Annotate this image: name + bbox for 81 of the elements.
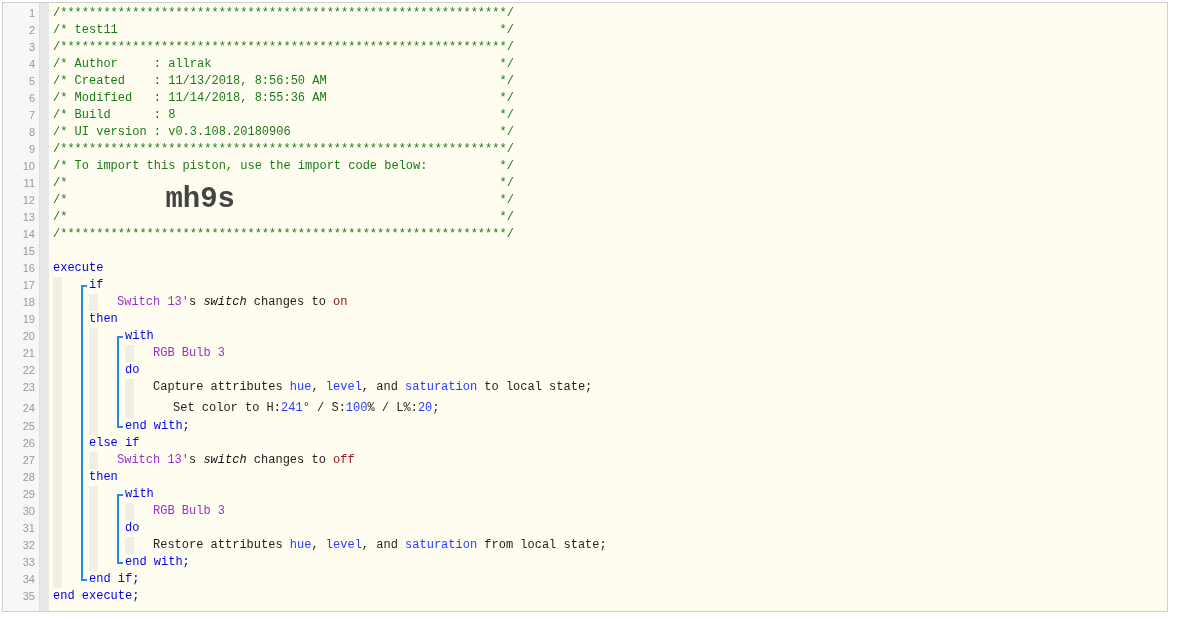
line-number: 5 [27,74,36,89]
comment-text: */ [499,192,514,209]
line-number: 3 [27,40,36,55]
line-number: 23 [21,380,36,395]
line-number: 11 [22,176,36,191]
comment-text: /**************************************************************/ [53,226,514,243]
comment-text: /* test11 [53,22,118,39]
comment-text: /* Author : allrak [53,56,212,73]
line-number: 16 [21,261,36,276]
code-line: end with; [125,554,190,571]
line-number: 19 [21,312,36,327]
code-line: end execute; [53,588,140,605]
line-number: 4 [27,57,36,72]
comment-text: /**************************************************************/ [53,5,514,22]
code-line: execute [53,260,104,277]
line-number: 14 [21,227,36,242]
line-number: 29 [21,487,36,502]
line-number: 7 [27,108,36,123]
line-number: 34 [21,572,36,587]
line-number: 25 [21,419,36,434]
comment-text: */ [499,124,514,141]
comment-text: /**************************************************************/ [53,39,514,56]
code-line: then [89,311,118,328]
code-line: else if [89,435,140,452]
comment-text: /* To import this piston, use the import code below: [53,158,428,175]
comment-text: */ [499,90,514,107]
comment-text: /**************************************************************/ [53,141,514,158]
code-line: Restore attributes hue, level, and saturation from local state; [153,537,607,554]
line-number: 24 [21,401,36,416]
comment-text: */ [499,73,514,90]
code-line: Capture attributes hue, level, and saturation to local state; [153,379,593,396]
line-number: 30 [21,504,36,519]
code-line: with [125,328,154,345]
code-line: do [125,362,140,379]
line-number: 20 [21,329,36,344]
line-number: 32 [21,538,36,553]
comment-text: /* [53,209,68,226]
line-number: 21 [21,346,36,361]
line-number: 10 [21,159,36,174]
comment-text: /* [53,192,68,209]
comment-text: /* UI version : v0.3.108.20180906 [53,124,291,141]
comment-text: /* Created : 11/13/2018, 8:56:50 AM [53,73,327,90]
line-number: 12 [21,193,36,208]
code-line: end with; [125,418,190,435]
import-code: mh9s [165,184,236,216]
line-number: 2 [27,23,36,38]
comment-text: /* Modified : 11/14/2018, 8:55:36 AM [53,90,327,107]
comment-text: /* [53,175,68,192]
comment-text: */ [499,107,514,124]
line-number: 33 [21,555,36,570]
code-line: do [125,520,140,537]
line-number: 28 [21,470,36,485]
line-number: 18 [21,295,36,310]
comment-text: */ [499,209,514,226]
line-number: 15 [21,244,36,259]
code-line: with [125,486,154,503]
comment-text: */ [499,158,514,175]
line-number: 13 [21,210,36,225]
line-number: 27 [21,453,36,468]
line-number: 31 [21,521,36,536]
code-line: Switch 13's switch changes to off [117,452,355,469]
code-line: RGB Bulb 3 [153,503,225,520]
block-bracket [117,494,123,564]
code-line: end if; [89,571,140,588]
comment-text: */ [499,175,514,192]
line-number: 26 [21,436,36,451]
line-number: 22 [21,363,36,378]
line-number: 35 [21,589,36,604]
comment-text: */ [499,22,514,39]
line-number: 1 [27,6,36,21]
line-number: 6 [27,91,36,106]
line-number: 9 [27,142,36,157]
code-line: then [89,469,118,486]
line-number: 17 [21,278,36,293]
comment-text: */ [499,56,514,73]
line-number: 8 [27,125,36,140]
comment-text: /* Build : 8 [53,107,176,124]
code-line: RGB Bulb 3 [153,345,225,362]
code-line: if [89,277,104,294]
code-line: Set color to H:241° / S:100% / L%:20; [172,400,440,417]
code-line: Switch 13's switch changes to on [117,294,348,311]
